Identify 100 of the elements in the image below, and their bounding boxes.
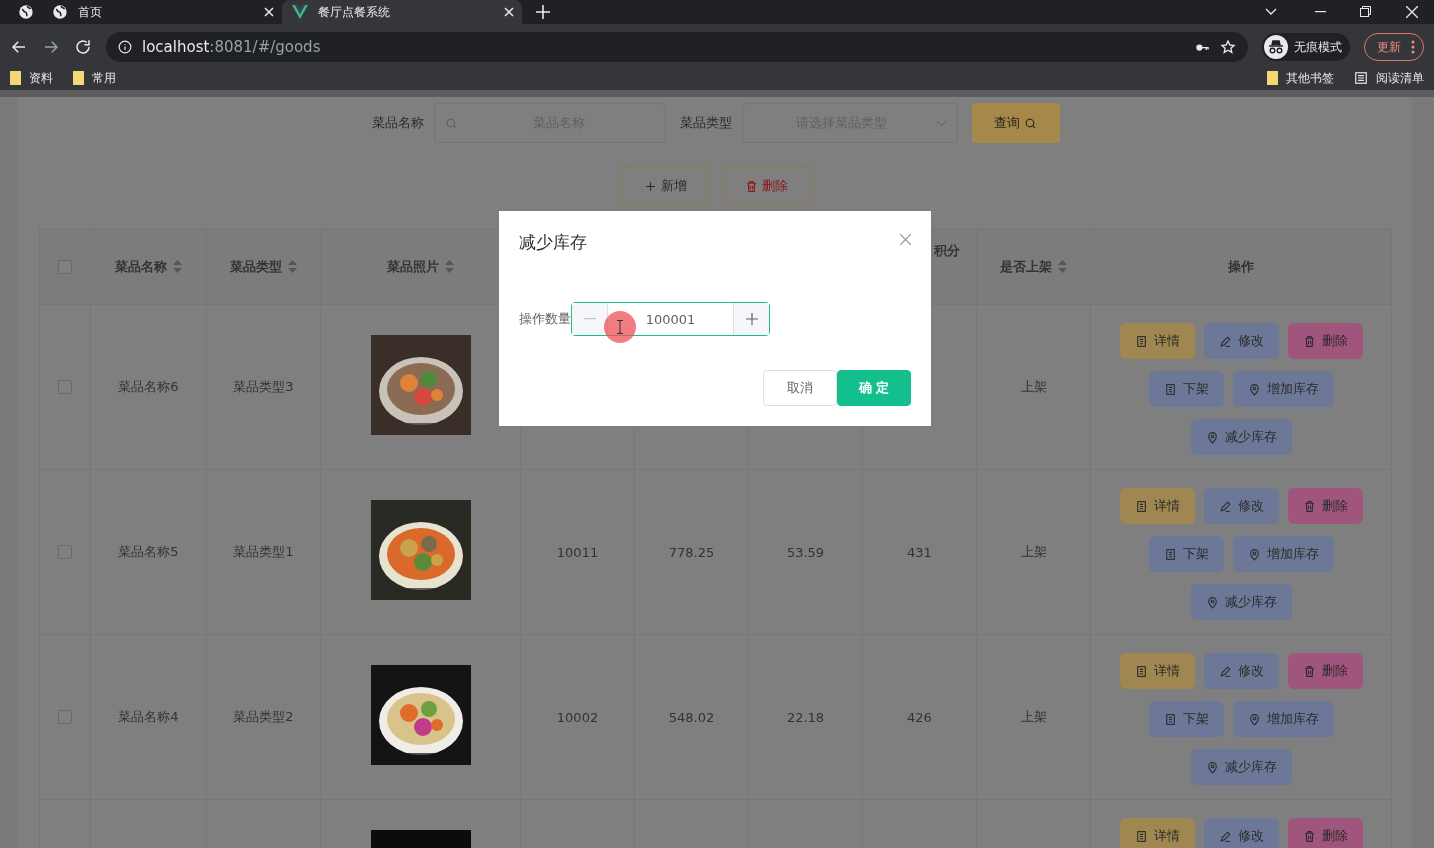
dish-name: 菜品名称5 <box>118 543 179 561</box>
sort-icon[interactable] <box>1058 260 1067 273</box>
dish-type: 菜品类型2 <box>233 708 294 726</box>
column-title: 是否上架 <box>1000 257 1052 276</box>
pencil-icon <box>1218 664 1232 678</box>
minimize-icon[interactable] <box>1315 11 1326 13</box>
cell-value: 431 <box>907 544 932 560</box>
status-text: 上架 <box>1020 543 1047 561</box>
pencil-icon <box>1218 829 1232 843</box>
action-button[interactable]: 下架 <box>1148 536 1224 572</box>
search-icon <box>444 116 458 130</box>
status-text: 上架 <box>1020 378 1047 396</box>
delete-button[interactable]: 删除 <box>721 166 811 206</box>
sort-icon[interactable] <box>445 260 454 273</box>
folder-icon <box>73 71 84 85</box>
browser-tab[interactable]: 首页 <box>42 0 282 24</box>
bookmark[interactable]: 阅读清单 <box>1354 69 1424 87</box>
field-label: 菜品名称 <box>371 114 424 132</box>
chevron-down-icon[interactable] <box>1265 8 1277 16</box>
cell-value: 53.59 <box>786 544 825 560</box>
address-bar[interactable]: localhost:8081/#/goods <box>106 32 1248 62</box>
new-tab-icon[interactable] <box>536 5 550 19</box>
more-icon <box>1411 40 1415 54</box>
action-button[interactable]: 下架 <box>1148 701 1224 737</box>
add-button[interactable]: 新增 <box>620 166 710 206</box>
column-title: 菜品照片 <box>387 257 439 276</box>
increase-button[interactable] <box>733 303 769 335</box>
restore-icon[interactable] <box>1360 6 1371 17</box>
document-icon <box>1134 829 1148 843</box>
field-label: 操作数量 <box>519 310 571 328</box>
globe-icon <box>18 4 34 20</box>
bookmark[interactable]: 资料 <box>10 69 53 87</box>
update-button[interactable]: 更新 <box>1364 33 1424 61</box>
minus-icon <box>583 318 596 320</box>
action-button[interactable]: 下架 <box>1148 371 1224 407</box>
map-pin-icon <box>1247 382 1261 396</box>
incognito-badge[interactable]: 无痕模式 <box>1262 33 1350 61</box>
dish-name: 菜品名称4 <box>118 708 179 726</box>
action-button[interactable]: 修改 <box>1203 488 1279 524</box>
map-pin-icon <box>1247 712 1261 726</box>
action-button[interactable]: 减少库存 <box>1190 419 1292 455</box>
quantity-input[interactable]: 100001 <box>571 302 770 336</box>
action-button[interactable]: 修改 <box>1203 653 1279 689</box>
map-pin-icon <box>1247 547 1261 561</box>
browser-tab[interactable]: 餐厅点餐系统 <box>282 0 522 24</box>
plus-icon <box>643 179 657 193</box>
document-icon <box>1163 712 1177 726</box>
url-text: localhost:8081/#/goods <box>142 38 321 56</box>
bookmark[interactable]: 常用 <box>73 69 116 87</box>
field-label: 菜品类型 <box>679 114 732 132</box>
sort-icon[interactable] <box>173 260 182 273</box>
action-button[interactable]: 修改 <box>1203 818 1279 848</box>
action-button[interactable]: 删除 <box>1287 653 1363 689</box>
click-indicator-icon <box>604 311 636 343</box>
star-icon <box>1220 39 1236 55</box>
document-icon <box>1163 382 1177 396</box>
forward-icon <box>42 38 60 56</box>
query-button[interactable]: 查询 <box>971 103 1060 143</box>
status-text: 上架 <box>1020 708 1047 726</box>
map-pin-icon <box>1205 760 1219 774</box>
column-title: 菜品类型 <box>230 257 282 276</box>
column-title: 积分 <box>934 242 960 260</box>
bookmark[interactable]: 其他书签 <box>1267 69 1334 87</box>
v-logo-icon <box>292 5 308 19</box>
search-icon <box>1024 116 1037 130</box>
trash-icon <box>1302 334 1316 348</box>
action-button[interactable]: 删除 <box>1287 323 1363 359</box>
action-button[interactable]: 减少库存 <box>1190 584 1292 620</box>
action-button[interactable]: 详情 <box>1119 653 1195 689</box>
sort-icon[interactable] <box>288 260 297 273</box>
confirm-button[interactable]: 确 定 <box>837 370 911 406</box>
cell-value: 22.18 <box>786 709 825 725</box>
action-button[interactable]: 增加库存 <box>1232 701 1334 737</box>
trash-icon <box>744 179 758 193</box>
dish-name: 菜品名称6 <box>118 378 179 396</box>
back-icon[interactable] <box>10 38 28 56</box>
dish-type: 菜品类型1 <box>233 543 294 561</box>
action-button[interactable]: 详情 <box>1119 818 1195 848</box>
map-pin-icon <box>1205 430 1219 444</box>
dish-type: 菜品类型3 <box>233 378 294 396</box>
action-button[interactable]: 详情 <box>1119 488 1195 524</box>
action-button[interactable]: 增加库存 <box>1232 536 1334 572</box>
action-button[interactable]: 修改 <box>1203 323 1279 359</box>
reload-icon <box>74 38 92 56</box>
cell-value: 426 <box>907 709 932 725</box>
list-icon <box>1354 71 1368 85</box>
action-button[interactable]: 减少库存 <box>1190 749 1292 785</box>
plus-icon <box>745 313 758 325</box>
action-button[interactable]: 删除 <box>1287 818 1363 848</box>
cancel-button[interactable]: 取消 <box>763 370 837 406</box>
action-button[interactable]: 详情 <box>1119 323 1195 359</box>
cell-value: 548.02 <box>668 709 715 725</box>
action-button[interactable]: 删除 <box>1287 488 1363 524</box>
incognito-label: 无痕模式 <box>1294 38 1342 56</box>
tab-title: 餐厅点餐系统 <box>318 3 391 21</box>
pencil-icon <box>1218 499 1232 513</box>
globe-icon <box>52 4 68 20</box>
column-title: 操作 <box>1228 257 1254 276</box>
action-button[interactable]: 增加库存 <box>1232 371 1334 407</box>
decrease-button[interactable] <box>572 303 608 335</box>
